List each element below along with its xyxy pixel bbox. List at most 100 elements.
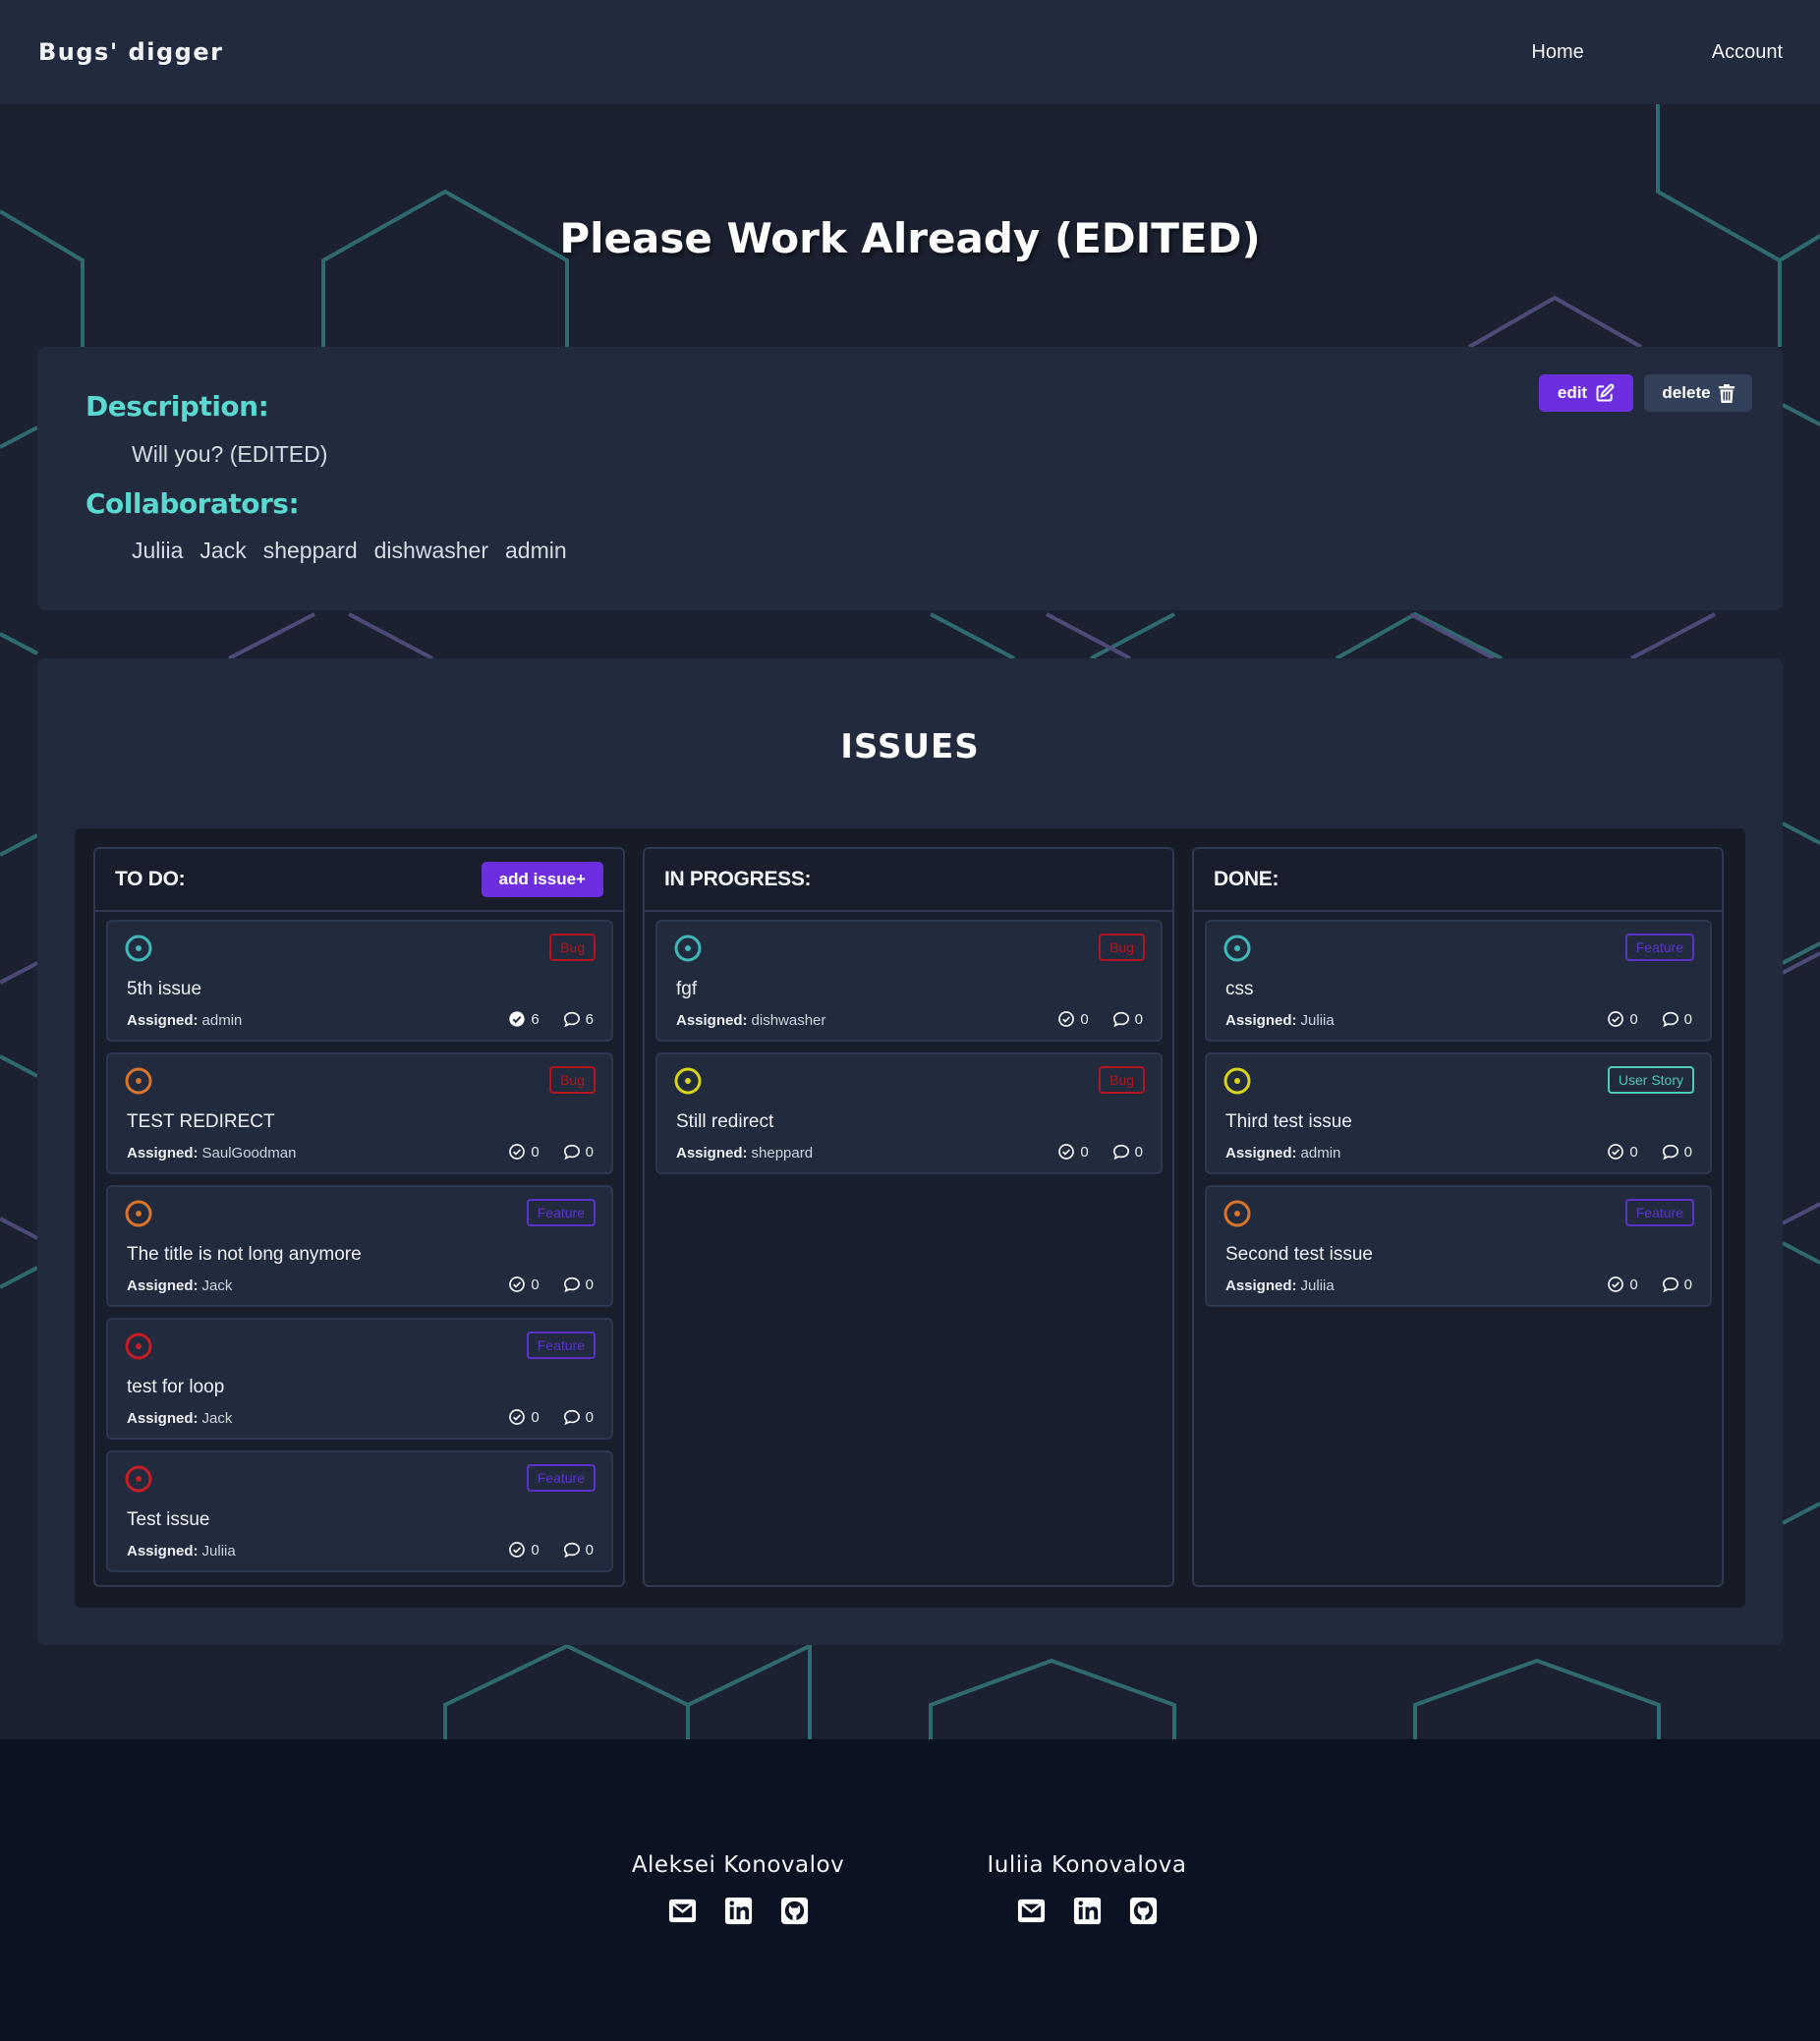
priority-status-icon [1223, 1200, 1251, 1227]
check-circle-icon [1608, 1011, 1624, 1027]
comments-count: 0 [1683, 1276, 1692, 1293]
check-circle-icon [509, 1542, 526, 1558]
issue-card[interactable]: Bug fgf Assigned: dishwasher 0 0 [655, 920, 1163, 1042]
comments-count: 0 [585, 1276, 594, 1293]
issues-section: ISSUES TO DO: add issue+ Bug 5th issue Ass… [37, 658, 1783, 1645]
delete-button-label: delete [1662, 383, 1711, 402]
assignee-name: Juliia [201, 1543, 236, 1559]
linkedin-icon[interactable] [723, 1896, 754, 1926]
collaborator-name: Jack [199, 538, 247, 563]
assigned-label: Assigned: [1225, 1277, 1297, 1294]
issue-type-tag: Feature [526, 1332, 596, 1359]
priority-status-icon [125, 1332, 152, 1360]
envelope-icon[interactable] [667, 1896, 698, 1926]
nav-account-link[interactable]: Account [1712, 41, 1783, 64]
column-todo: TO DO: add issue+ Bug 5th issue Assigned: a… [93, 847, 625, 1587]
comment-icon [1662, 1144, 1678, 1161]
assignee-name: Jack [201, 1410, 233, 1427]
issue-card[interactable]: Feature Test issue Assigned: Juliia 0 0 [106, 1450, 613, 1572]
priority-status-icon [1223, 1067, 1251, 1095]
issue-title: TEST REDIRECT [127, 1111, 275, 1132]
issue-title: 5th issue [127, 979, 202, 999]
issue-card[interactable]: Bug 5th issue Assigned: admin 6 6 [106, 920, 613, 1042]
issue-type-tag: Feature [1624, 1199, 1694, 1226]
footer: Aleksei Konovalov Iuliia Konovalova [0, 1739, 1820, 2041]
priority-status-icon [125, 1067, 152, 1095]
brand-logo[interactable]: Bugs' digger [38, 38, 223, 66]
check-circle-icon [509, 1409, 526, 1425]
issue-type-tag: Feature [526, 1199, 596, 1226]
navbar: Bugs' digger Home Account [0, 0, 1820, 104]
assigned-label: Assigned: [127, 1012, 199, 1029]
comments-count: 0 [585, 1541, 594, 1559]
nav-home-link[interactable]: Home [1531, 41, 1583, 64]
assignee-name: sheppard [751, 1145, 814, 1162]
author-name: Aleksei Konovalov [631, 1852, 845, 1878]
comments-count: 0 [585, 1143, 594, 1161]
kanban-board: TO DO: add issue+ Bug 5th issue Assigned: a… [75, 828, 1745, 1608]
github-icon[interactable] [1128, 1896, 1159, 1926]
delete-project-button[interactable]: delete [1644, 374, 1752, 412]
comment-icon [563, 1409, 580, 1426]
trash-icon [1718, 383, 1735, 403]
column-title: IN PROGRESS: [664, 868, 812, 890]
checks-count: 6 [531, 1010, 540, 1028]
project-info-card: Description: Will you? (EDITED) Collabor… [37, 347, 1783, 610]
issue-title: fgf [676, 979, 698, 999]
issue-card[interactable]: User Story Third test issue Assigned: admin… [1205, 1052, 1712, 1174]
collaborators-heading: Collaborators: [85, 487, 300, 520]
check-circle-icon [509, 1144, 526, 1160]
column-title: TO DO: [115, 868, 186, 890]
issue-counts: 00 [1607, 1276, 1692, 1293]
issue-assignee: Assigned: admin [1225, 1145, 1340, 1162]
issue-card[interactable]: Feature The title is not long anymore Assi… [106, 1185, 613, 1307]
author-block: Aleksei Konovalov [610, 1852, 866, 1926]
issue-card[interactable]: Bug TEST REDIRECT Assigned: SaulGoodman 0 0 [106, 1052, 613, 1174]
issue-counts: 00 [508, 1408, 594, 1426]
issue-card[interactable]: Feature Second test issue Assigned: Juliia 0… [1205, 1185, 1712, 1307]
envelope-icon[interactable] [1016, 1896, 1047, 1926]
issue-card[interactable]: Feature test for loop Assigned: Jack 0 0 [106, 1318, 613, 1440]
issue-assignee: Assigned: Jack [127, 1410, 232, 1427]
issue-type-tag: User Story [1607, 1066, 1694, 1094]
description-text: Will you? (EDITED) [132, 441, 328, 467]
comments-count: 0 [1683, 1143, 1692, 1161]
checks-count: 0 [1629, 1276, 1638, 1293]
checks-count: 0 [1080, 1143, 1089, 1161]
comments-count: 6 [585, 1010, 594, 1028]
issue-title: test for loop [127, 1377, 225, 1397]
issue-assignee: Assigned: Jack [127, 1277, 232, 1294]
issue-card[interactable]: Bug Still redirect Assigned: sheppard 0 0 [655, 1052, 1163, 1174]
priority-status-icon [1223, 935, 1251, 962]
check-circle-icon [1058, 1144, 1075, 1160]
add-issue-button[interactable]: add issue+ [481, 862, 603, 897]
issue-title: css [1225, 979, 1254, 999]
check-circle-icon [1608, 1276, 1624, 1292]
issue-counts: 00 [1607, 1010, 1692, 1028]
assigned-label: Assigned: [1225, 1012, 1297, 1029]
issue-assignee: Assigned: admin [127, 1012, 242, 1029]
github-icon[interactable] [779, 1896, 810, 1926]
author-links [610, 1896, 866, 1926]
edit-button-label: edit [1557, 383, 1588, 402]
issue-counts: 00 [508, 1143, 594, 1161]
assigned-label: Assigned: [127, 1145, 199, 1162]
issue-counts: 00 [1057, 1143, 1143, 1161]
checks-count: 0 [1080, 1010, 1089, 1028]
issue-card[interactable]: Feature css Assigned: Juliia 0 0 [1205, 920, 1712, 1042]
assignee-name: dishwasher [751, 1012, 826, 1029]
issue-assignee: Assigned: SaulGoodman [127, 1145, 296, 1162]
collaborator-name: dishwasher [373, 538, 488, 563]
issue-counts: 00 [508, 1541, 594, 1559]
issue-assignee: Assigned: Juliia [1225, 1277, 1335, 1294]
checks-count: 0 [531, 1408, 540, 1426]
issue-counts: 00 [508, 1276, 594, 1293]
check-circle-icon [509, 1276, 526, 1292]
column-header: TO DO: add issue+ [95, 849, 623, 912]
edit-project-button[interactable]: edit [1539, 374, 1633, 412]
priority-status-icon [674, 935, 702, 962]
issue-assignee: Assigned: Juliia [127, 1543, 236, 1559]
linkedin-icon[interactable] [1072, 1896, 1103, 1926]
edit-icon [1596, 383, 1615, 402]
comment-icon [563, 1011, 580, 1028]
